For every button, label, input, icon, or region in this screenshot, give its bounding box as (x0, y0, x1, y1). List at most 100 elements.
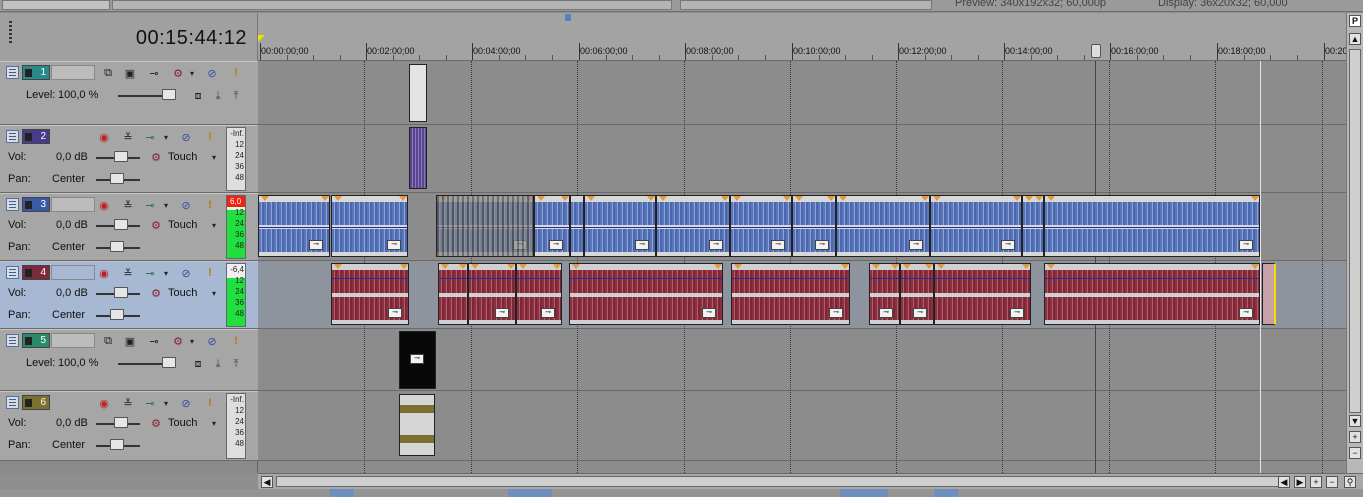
fade-handle-icon[interactable] (1013, 196, 1021, 201)
record-arm-icon[interactable]: ◉ (96, 129, 112, 145)
fade-handle-icon[interactable] (841, 264, 849, 269)
fade-handle-icon[interactable] (1022, 264, 1030, 269)
event-fx-icon[interactable]: ⊸ (709, 240, 723, 250)
event-fx-icon[interactable]: ⊸ (909, 240, 923, 250)
event-fx-icon[interactable]: ⊸ (829, 308, 843, 318)
collapse-track-icon[interactable] (6, 130, 19, 143)
marker-flag-icon[interactable] (565, 14, 571, 21)
vertical-scroll-thumb[interactable] (1349, 49, 1361, 413)
zoom-tool-icon[interactable]: ⚲ (1344, 476, 1356, 488)
automation-icon[interactable]: ⚙ (148, 415, 164, 431)
fade-handle-icon[interactable] (1047, 264, 1055, 269)
audio-event[interactable]: ⊸ (836, 195, 930, 257)
horizontal-scroll-thumb[interactable] (276, 476, 1286, 487)
chevron-down-icon[interactable]: ▾ (206, 217, 222, 233)
event-fx-icon[interactable]: ⊸ (1239, 308, 1253, 318)
fade-handle-icon[interactable] (553, 264, 561, 269)
audio-event[interactable]: ⊸ (331, 263, 409, 325)
move-up-icon[interactable]: ⤒ (228, 356, 244, 372)
collapse-track-icon[interactable] (6, 266, 19, 279)
audio-event[interactable]: ⊸ (730, 195, 792, 257)
zoom-in-icon[interactable]: + (1310, 476, 1322, 488)
fade-handle-icon[interactable] (925, 264, 933, 269)
mute-icon[interactable]: ⊘ (178, 197, 194, 213)
volume-envelope[interactable] (901, 278, 933, 279)
audio-event[interactable]: ⊸ (331, 195, 408, 257)
chevron-down-icon[interactable]: ▾ (184, 333, 200, 349)
audio-event[interactable]: ⊸ (656, 195, 730, 257)
volume-envelope[interactable] (571, 227, 583, 228)
solo-icon[interactable]: ! (202, 395, 218, 411)
event-fx-icon[interactable]: ⊸ (410, 354, 424, 364)
volume-slider-knob[interactable] (114, 417, 128, 428)
automation-mode[interactable]: Touch (168, 219, 197, 231)
fade-handle-icon[interactable] (400, 264, 408, 269)
fade-handle-icon[interactable] (1047, 196, 1055, 201)
collapse-track-icon[interactable] (6, 334, 19, 347)
volume-envelope[interactable] (585, 227, 655, 228)
level-slider-knob[interactable] (162, 357, 176, 368)
collapse-track-icon[interactable] (6, 198, 19, 211)
audio-event[interactable]: ⊸ (1044, 263, 1260, 325)
chevron-down-icon[interactable]: ▾ (206, 149, 222, 165)
volume-envelope[interactable] (1045, 278, 1259, 279)
fade-handle-icon[interactable] (721, 196, 729, 201)
chevron-down-icon[interactable]: ▾ (206, 285, 222, 301)
track-number[interactable]: 3 (22, 197, 50, 212)
fade-handle-icon[interactable] (891, 264, 899, 269)
audio-event[interactable]: ⊸ (569, 263, 723, 325)
track-number[interactable]: 5 (22, 333, 50, 348)
fade-handle-icon[interactable] (872, 264, 880, 269)
mute-icon[interactable]: ⊘ (178, 129, 194, 145)
event-fx-icon[interactable]: ⊸ (309, 240, 323, 250)
volume-envelope[interactable] (570, 278, 722, 279)
fade-handle-icon[interactable] (933, 196, 941, 201)
level-slider-knob[interactable] (162, 89, 176, 100)
event-fx-icon[interactable]: ⊸ (771, 240, 785, 250)
chevron-down-icon[interactable]: ▾ (158, 129, 174, 145)
zoom-in-vertical-icon[interactable]: + (1349, 431, 1361, 443)
audio-event[interactable]: ⊸ (516, 263, 562, 325)
audio-event[interactable]: ⊸ (934, 263, 1031, 325)
video-event[interactable]: ⊸ (399, 331, 436, 389)
tab-fragment[interactable] (112, 0, 672, 10)
volume-envelope[interactable] (793, 227, 835, 228)
audio-event[interactable]: ⊸ (584, 195, 656, 257)
zoom-out-vertical-icon[interactable]: − (1349, 447, 1361, 459)
audio-event[interactable] (570, 195, 584, 257)
record-arm-icon[interactable]: ◉ (96, 395, 112, 411)
event-fx-icon[interactable]: ⊸ (913, 308, 927, 318)
chevron-down-icon[interactable]: ▾ (206, 415, 222, 431)
fade-handle-icon[interactable] (647, 196, 655, 201)
tab-fragment[interactable] (2, 0, 110, 10)
event-fx-icon[interactable]: ⊸ (388, 308, 402, 318)
fade-handle-icon[interactable] (733, 196, 741, 201)
solo-icon[interactable]: ! (228, 333, 244, 349)
pan-slider-knob[interactable] (110, 309, 124, 320)
event-fx-icon[interactable]: ⊸ (387, 240, 401, 250)
level-value[interactable]: 100,0 % (58, 89, 98, 101)
move-up-icon[interactable]: ⤒ (228, 88, 244, 104)
fade-handle-icon[interactable] (519, 264, 527, 269)
volume-envelope[interactable] (657, 227, 729, 228)
horizontal-scrollbar[interactable]: ◀ ◀ ▶ + − ⚲ (258, 473, 1363, 489)
record-arm-icon[interactable]: ◉ (96, 197, 112, 213)
chevron-down-icon[interactable]: ▾ (158, 395, 174, 411)
audio-event[interactable]: ⊸ (1044, 195, 1260, 257)
track-motion-icon[interactable]: ⊸ (142, 395, 158, 411)
pan-value[interactable]: Center (52, 439, 85, 451)
volume-slider-knob[interactable] (114, 287, 128, 298)
track-name-field[interactable] (51, 265, 95, 280)
composite-mode-icon[interactable]: ⧉ (100, 333, 116, 349)
track-motion-icon[interactable]: ⊸ (142, 197, 158, 213)
fade-handle-icon[interactable] (537, 196, 545, 201)
track-motion-icon[interactable]: ⊸ (142, 265, 158, 281)
audio-event[interactable] (399, 394, 435, 456)
track-name-field[interactable] (51, 65, 95, 80)
volume-envelope[interactable] (469, 278, 515, 279)
event-fx-icon[interactable]: ⊸ (1010, 308, 1024, 318)
mute-icon[interactable]: ⊘ (204, 65, 220, 81)
fade-handle-icon[interactable] (561, 196, 569, 201)
audio-event[interactable] (438, 263, 468, 325)
track-fx-chain-icon[interactable]: ⧈ (190, 356, 206, 372)
